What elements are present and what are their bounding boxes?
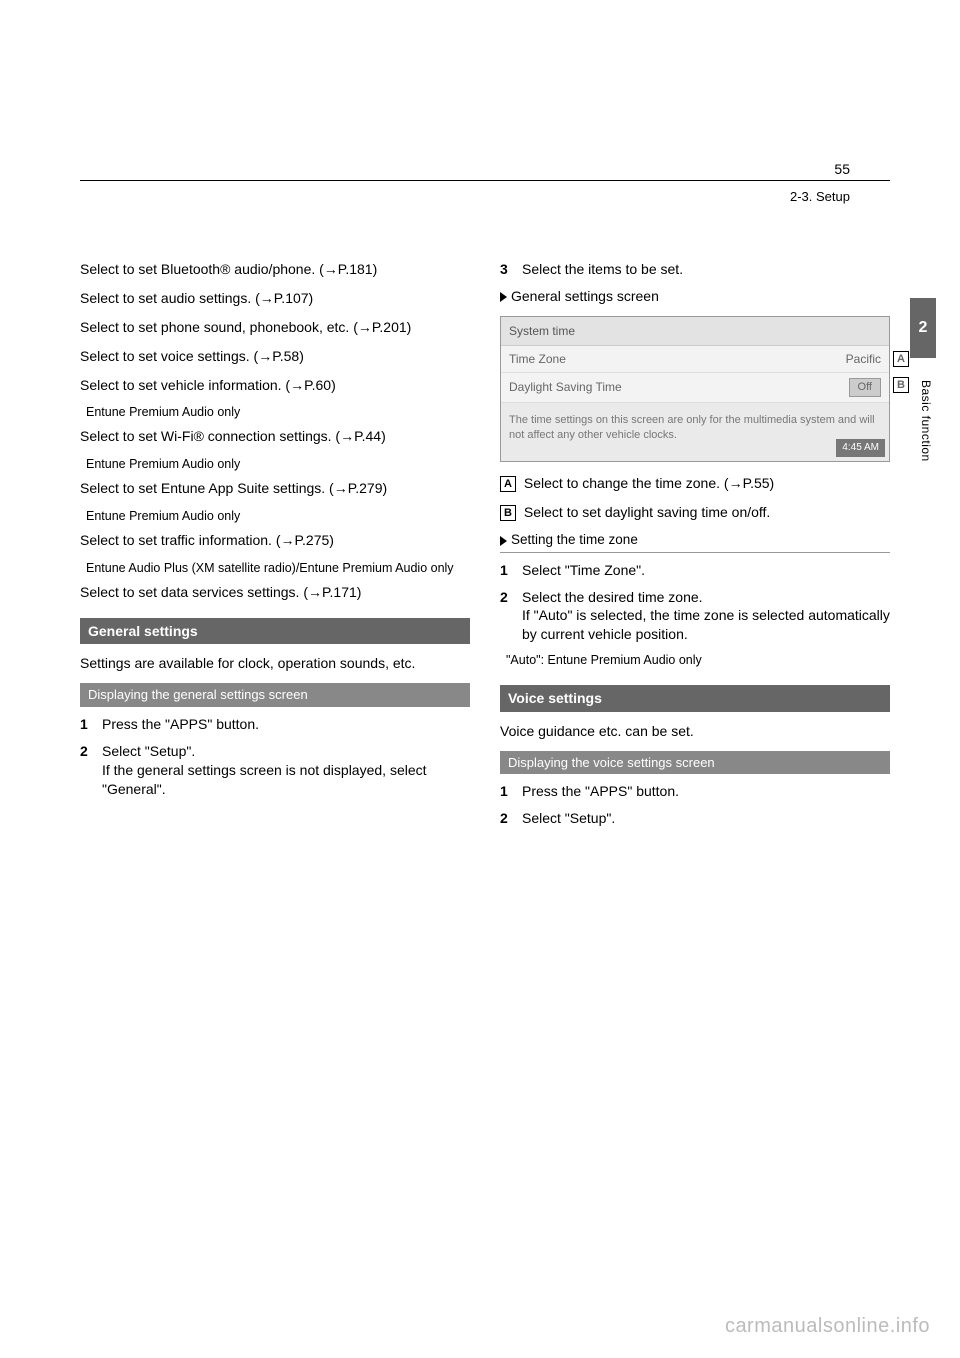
step-text: Select "Time Zone". [522, 561, 890, 580]
step-2a: Select "Setup". [102, 743, 195, 759]
step-text: Press the "APPS" button. [522, 782, 890, 801]
gen-step-2: 2 Select "Setup". If the general setting… [80, 742, 470, 799]
step-2b: If the general settings screen is not di… [102, 762, 427, 797]
tz-step-2: 2 Select the desired time zone. If "Auto… [500, 588, 890, 645]
tz-auto-note: "Auto": Entune Premium Audio only [506, 652, 890, 669]
fig-dst-row: Daylight Saving Time Off [501, 373, 889, 403]
letter-a-icon: A [500, 476, 516, 492]
step-number: 2 [500, 588, 514, 645]
fig-timezone-row: Time Zone Pacific [501, 346, 889, 373]
right-column: 3 Select the items to be set. General se… [500, 260, 890, 836]
step-number: 2 [80, 742, 94, 799]
general-settings-desc: Settings are available for clock, operat… [80, 654, 470, 673]
audio-desc: Select to set audio settings. (→P.107) [80, 289, 470, 308]
fig-dst-value: Off [849, 378, 881, 397]
fig-timezone-value: Pacific [846, 351, 881, 367]
step-text: Select the desired time zone. If "Auto" … [522, 588, 890, 645]
step-number: 1 [80, 715, 94, 734]
step-text: Select "Setup". [522, 809, 890, 828]
step-number: 1 [500, 782, 514, 801]
datasvc-note: Entune Audio Plus (XM satellite radio)/E… [86, 560, 470, 577]
apps-desc: Select to set Entune App Suite settings.… [80, 479, 470, 498]
fig-dst-label: Daylight Saving Time [509, 379, 622, 395]
step-text: Press the "APPS" button. [102, 715, 470, 734]
gen-step-3: 3 Select the items to be set. [500, 260, 890, 279]
setting-timezone-subhead: Setting the time zone [500, 531, 890, 552]
step-number: 1 [500, 561, 514, 580]
wifi-desc: Select to set Wi-Fi® connection settings… [80, 427, 470, 446]
voice-settings-desc: Voice guidance etc. can be set. [500, 722, 890, 741]
vehicle-desc: Select to set vehicle information. (→P.6… [80, 376, 470, 395]
fig-note: The time settings on this screen are onl… [501, 403, 889, 461]
chapter-tab: 2 [910, 298, 936, 358]
fig-timezone-label: Time Zone [509, 351, 566, 367]
left-column: Select to set Bluetooth® audio/phone. (→… [80, 260, 470, 836]
step-number: 3 [500, 260, 514, 279]
bluetooth-desc: Select to set Bluetooth® audio/phone. (→… [80, 260, 470, 279]
section-path: 2-3. Setup [790, 188, 850, 206]
voice-step-1: 1 Press the "APPS" button. [500, 782, 890, 801]
chapter-vertical-label: Basic function [918, 380, 934, 462]
callout-b-box: B [893, 377, 909, 393]
step-number: 2 [500, 809, 514, 828]
traffic-desc: Select to set traffic information. (→P.2… [80, 531, 470, 550]
general-display-subhead: Displaying the general settings screen [80, 683, 470, 707]
traffic-note: Entune Premium Audio only [86, 508, 470, 525]
callout-b-text: Select to set daylight saving time on/of… [524, 504, 770, 520]
tz-extra: If "Auto" is selected, the time zone is … [522, 607, 890, 642]
tz-step-1: 1 Select "Time Zone". [500, 561, 890, 580]
voice-step-2: 2 Select "Setup". [500, 809, 890, 828]
general-settings-heading: General settings [80, 618, 470, 645]
tz-step2-text: Select the desired time zone. [522, 589, 703, 605]
voice-settings-heading: Voice settings [500, 685, 890, 712]
page-number: 55 [834, 160, 850, 179]
callout-a-desc: A Select to change the time zone. (→P.55… [500, 474, 890, 493]
step-text: Select the items to be set. [522, 260, 890, 279]
header-rule [80, 180, 890, 181]
watermark: carmanualsonline.info [725, 1313, 930, 1340]
callout-a-text: Select to change the time zone. (→P.55) [524, 475, 774, 491]
voice-desc: Select to set voice settings. (→P.58) [80, 347, 470, 366]
fig-title: System time [501, 317, 889, 346]
callout-b-desc: B Select to set daylight saving time on/… [500, 503, 890, 522]
callout-a-box: A [893, 351, 909, 367]
phone-desc: Select to set phone sound, phonebook, et… [80, 318, 470, 337]
apps-note: Entune Premium Audio only [86, 456, 470, 473]
system-time-screenshot: System time Time Zone Pacific Daylight S… [500, 316, 890, 462]
wifi-note: Entune Premium Audio only [86, 404, 470, 421]
step-text: Select "Setup". If the general settings … [102, 742, 470, 799]
datasvc-desc: Select to set data services settings. (→… [80, 583, 470, 602]
gen-step-1: 1 Press the "APPS" button. [80, 715, 470, 734]
voice-display-subhead: Displaying the voice settings screen [500, 751, 890, 775]
letter-b-icon: B [500, 505, 516, 521]
fig-clock: 4:45 AM [836, 439, 885, 457]
general-screen-subhead: General settings screen [500, 287, 890, 306]
